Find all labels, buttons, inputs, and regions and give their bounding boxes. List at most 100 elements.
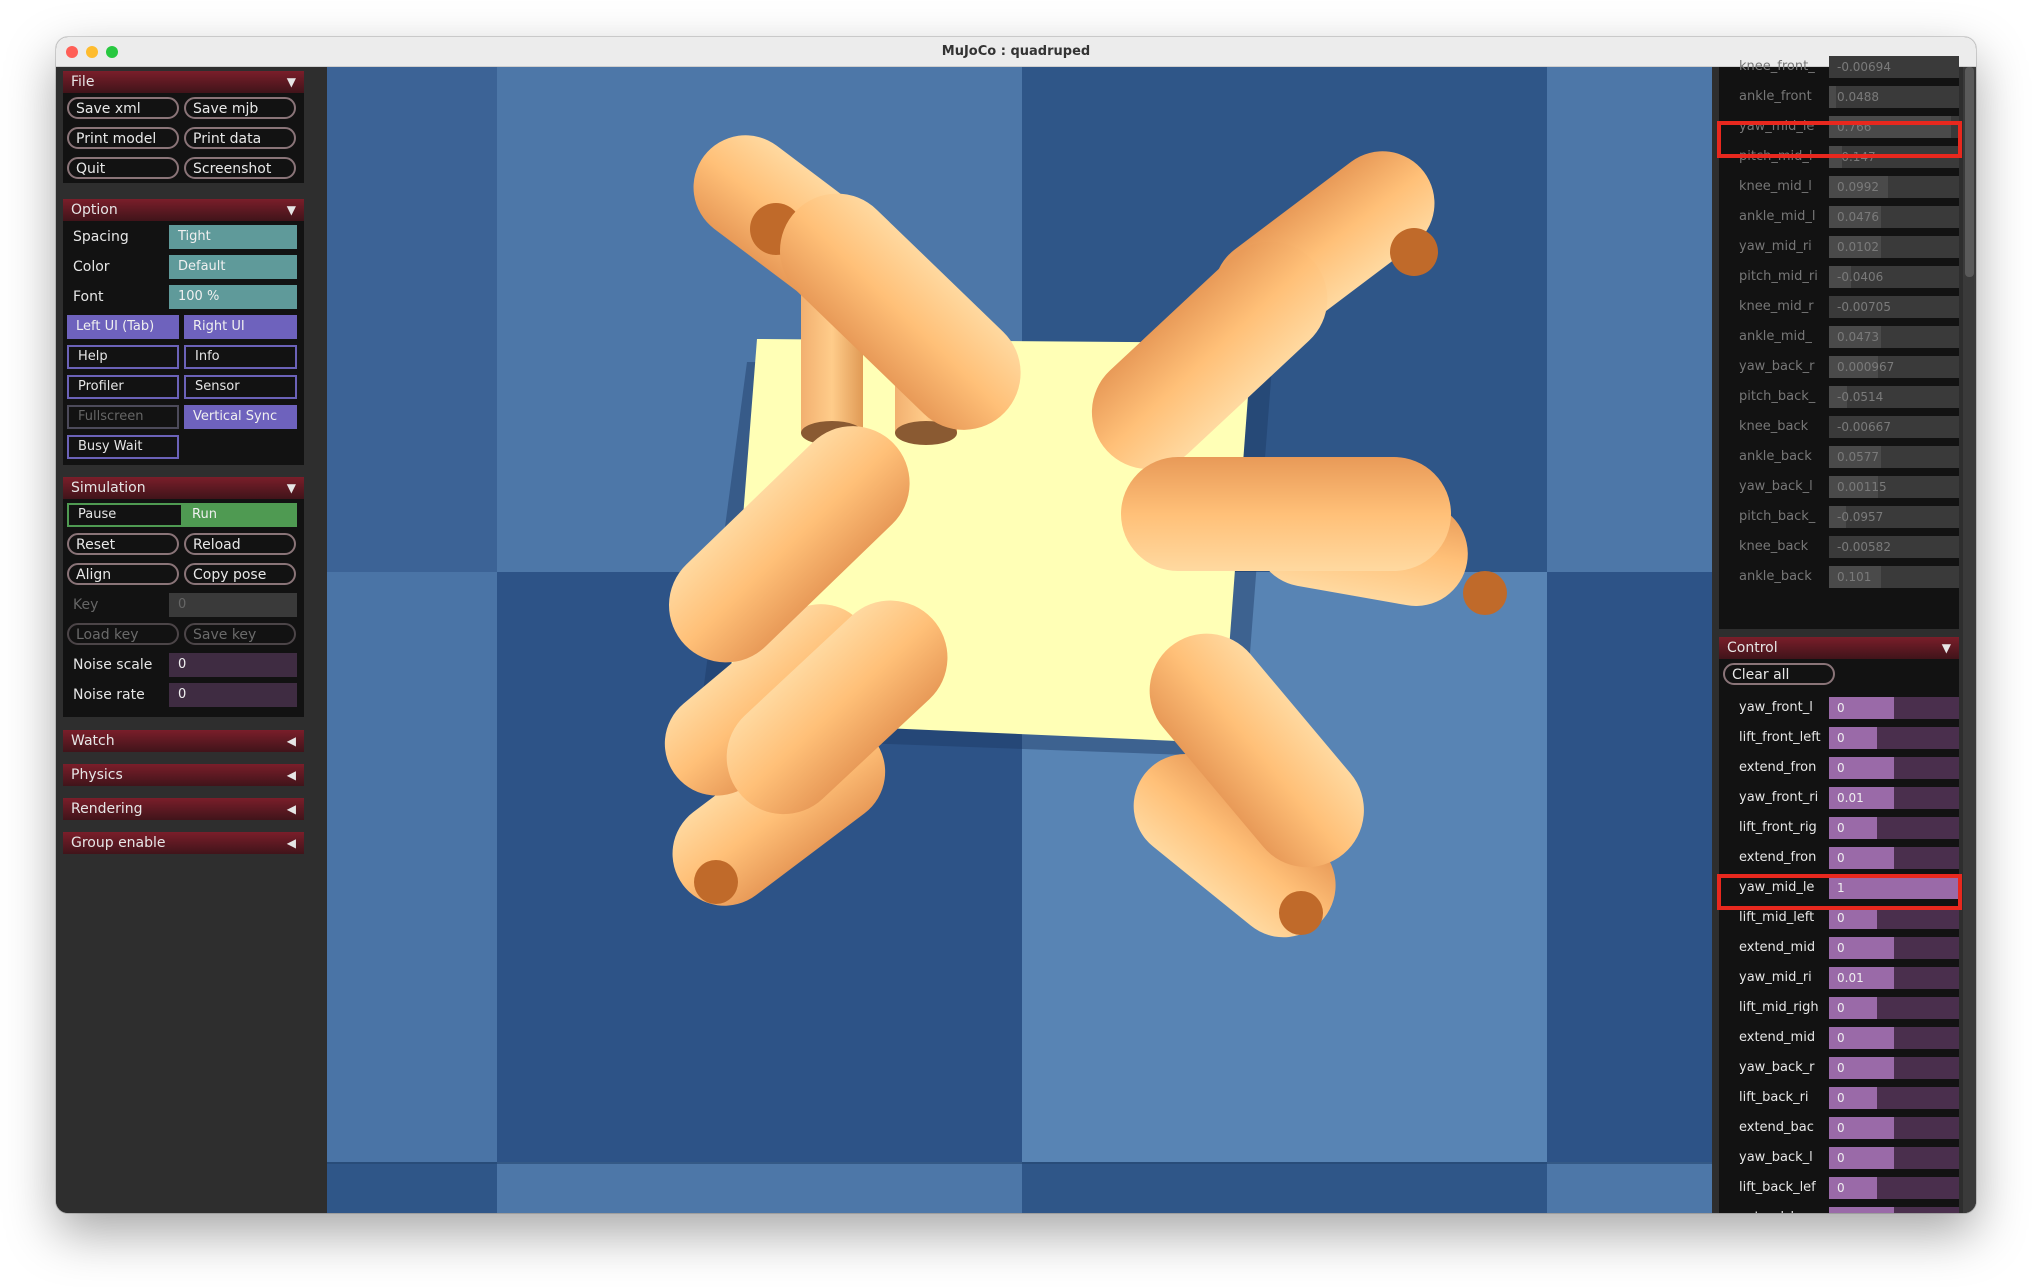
control-name: extend_fron — [1739, 850, 1817, 865]
control-slider[interactable]: 0.01 — [1829, 967, 1959, 989]
font-label: Font — [73, 289, 104, 305]
scrollbar-thumb[interactable] — [1965, 67, 1974, 277]
info-toggle[interactable]: Info — [184, 345, 297, 369]
joint-row: ankle_front 0.0488 — [1719, 82, 1959, 112]
control-slider[interactable]: 0 — [1829, 847, 1959, 869]
noise-rate-slider[interactable]: 0 — [169, 683, 297, 707]
joint-slider[interactable]: 0.000967 — [1829, 356, 1959, 378]
reload-button[interactable]: Reload — [184, 533, 296, 555]
joint-slider[interactable]: 0.0488 — [1829, 86, 1959, 108]
right-ui-toggle[interactable]: Right UI — [184, 315, 297, 339]
run-radio[interactable]: Run — [183, 503, 297, 527]
joint-name: knee_back — [1739, 539, 1809, 554]
watch-section[interactable]: Watch ◀ — [63, 730, 304, 752]
control-value: 0 — [1837, 851, 1845, 865]
control-slider[interactable]: 0 — [1829, 1087, 1959, 1109]
control-slider[interactable]: 0.01 — [1829, 787, 1959, 809]
control-row: lift_front_left 0 — [1719, 723, 1959, 753]
fullscreen-toggle[interactable]: Fullscreen — [67, 405, 179, 429]
joint-slider[interactable]: 0.0473 — [1829, 326, 1959, 348]
joint-slider[interactable]: -0.00667 — [1829, 416, 1959, 438]
copy-pose-button[interactable]: Copy pose — [184, 563, 296, 585]
option-section-header[interactable]: Option ▼ — [63, 199, 304, 221]
joint-slider[interactable]: 0.00115 — [1829, 476, 1959, 498]
control-slider[interactable]: 0 — [1829, 1147, 1959, 1169]
joint-slider[interactable]: -0.0406 — [1829, 266, 1959, 288]
control-slider[interactable]: 0 — [1829, 817, 1959, 839]
control-name: yaw_front_l — [1739, 700, 1813, 715]
control-slider[interactable]: 0 — [1829, 997, 1959, 1019]
right-panel-scrollbar[interactable] — [1963, 67, 1976, 1213]
control-row: yaw_front_ri 0.01 — [1719, 783, 1959, 813]
control-slider[interactable]: 0 — [1829, 1177, 1959, 1199]
control-row: lift_front_rig 0 — [1719, 813, 1959, 843]
control-slider[interactable]: 0 — [1829, 1207, 1959, 1213]
quadruped-scene — [327, 67, 1712, 1213]
load-key-button[interactable]: Load key — [67, 623, 179, 645]
noise-scale-label: Noise scale — [73, 657, 153, 673]
save-xml-button[interactable]: Save xml — [67, 97, 179, 119]
control-slider[interactable]: 0 — [1829, 1057, 1959, 1079]
joint-slider[interactable]: 0.101 — [1829, 566, 1959, 588]
joint-name: yaw_back_l — [1739, 479, 1813, 494]
noise-scale-slider[interactable]: 0 — [169, 653, 297, 677]
control-slider[interactable]: 0 — [1829, 937, 1959, 959]
joint-slider[interactable]: 0.0577 — [1829, 446, 1959, 468]
joint-slider[interactable]: 0.0102 — [1829, 236, 1959, 258]
group-enable-section[interactable]: Group enable ◀ — [63, 832, 304, 854]
control-slider[interactable]: 0 — [1829, 697, 1959, 719]
vertical-sync-toggle[interactable]: Vertical Sync — [184, 405, 297, 429]
key-label: Key — [73, 597, 99, 613]
sensor-toggle[interactable]: Sensor — [184, 375, 297, 399]
screenshot-button[interactable]: Screenshot — [184, 157, 296, 179]
save-key-button[interactable]: Save key — [184, 623, 296, 645]
control-name: lift_front_rig — [1739, 820, 1817, 835]
simulation-section-header[interactable]: Simulation ▼ — [63, 477, 304, 499]
control-slider[interactable]: 0 — [1829, 907, 1959, 929]
physics-section-title: Physics — [71, 767, 123, 783]
font-select[interactable]: 100 % — [169, 285, 297, 309]
print-data-button[interactable]: Print data — [184, 127, 296, 149]
profiler-toggle[interactable]: Profiler — [67, 375, 179, 399]
clear-all-button[interactable]: Clear all — [1723, 663, 1835, 685]
pause-radio[interactable]: Pause — [67, 503, 183, 527]
spacing-select[interactable]: Tight — [169, 225, 297, 249]
joint-name: ankle_back — [1739, 569, 1812, 584]
color-select[interactable]: Default — [169, 255, 297, 279]
control-value: 0 — [1837, 1091, 1845, 1105]
print-model-button[interactable]: Print model — [67, 127, 179, 149]
file-section: File ▼ Save xml Save mjb Print model Pri… — [63, 71, 304, 183]
control-section-header[interactable]: Control ▼ — [1719, 637, 1959, 659]
simulation-section-title: Simulation — [71, 480, 146, 496]
control-name: yaw_back_l — [1739, 1150, 1813, 1165]
help-toggle[interactable]: Help — [67, 345, 179, 369]
left-ui-toggle[interactable]: Left UI (Tab) — [67, 315, 179, 339]
control-slider[interactable]: 0 — [1829, 1117, 1959, 1139]
quit-button[interactable]: Quit — [67, 157, 179, 179]
key-slider[interactable]: 0 — [169, 593, 297, 617]
file-section-header[interactable]: File ▼ — [63, 71, 304, 93]
rendering-section-title: Rendering — [71, 801, 143, 817]
joint-name: ankle_mid_l — [1739, 209, 1816, 224]
joint-slider[interactable]: -0.0957 — [1829, 506, 1959, 528]
busy-wait-toggle[interactable]: Busy Wait — [67, 435, 179, 459]
save-mjb-button[interactable]: Save mjb — [184, 97, 296, 119]
rendering-section[interactable]: Rendering ◀ — [63, 798, 304, 820]
simulation-viewport[interactable] — [327, 67, 1712, 1213]
physics-section[interactable]: Physics ◀ — [63, 764, 304, 786]
joint-slider[interactable]: -0.0514 — [1829, 386, 1959, 408]
control-slider[interactable]: 0 — [1829, 727, 1959, 749]
joint-slider[interactable]: -0.00705 — [1829, 296, 1959, 318]
joint-slider[interactable]: -0.00582 — [1829, 536, 1959, 558]
align-button[interactable]: Align — [67, 563, 179, 585]
control-row: yaw_back_r 0 — [1719, 1053, 1959, 1083]
control-slider[interactable]: 0 — [1829, 757, 1959, 779]
joint-slider[interactable]: 0.0992 — [1829, 176, 1959, 198]
control-slider[interactable]: 0 — [1829, 1027, 1959, 1049]
left-ui-panel: File ▼ Save xml Save mjb Print model Pri… — [56, 67, 327, 1213]
joint-slider[interactable]: -0.00694 — [1829, 56, 1959, 78]
joint-value: -0.0514 — [1837, 390, 1884, 404]
reset-button[interactable]: Reset — [67, 533, 179, 555]
highlight-box-joint — [1717, 121, 1962, 158]
joint-slider[interactable]: 0.0476 — [1829, 206, 1959, 228]
